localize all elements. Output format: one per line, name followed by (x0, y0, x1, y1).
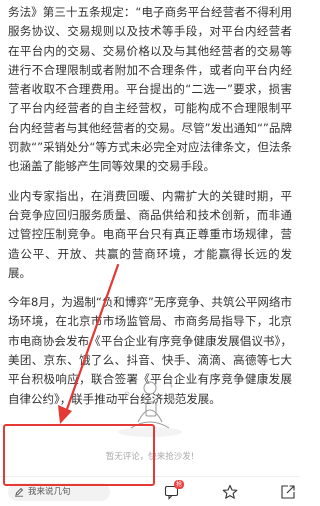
comment-badge: 抢 (174, 480, 185, 489)
comment-button[interactable]: 抢 (163, 480, 185, 501)
favorite-button[interactable] (221, 483, 239, 501)
article-paragraph-1: 务法》第三十五条规定：“电子商务平台经营者不得利用服务协议、交易规则以及技术等手… (8, 5, 292, 174)
share-icon (281, 485, 295, 499)
pen-icon (15, 487, 24, 497)
share-button[interactable] (279, 483, 297, 501)
article-page: 务法》第三十五条规定：“电子商务平台经营者不得利用服务协议、交易规则以及技术等手… (0, 0, 300, 506)
star-icon (222, 484, 238, 499)
article-paragraph-2: 业内专家指出，在消费回暖、内需扩大的关键时期，平台竞争应回归服务质量、商品供给和… (8, 188, 292, 280)
article-body: 务法》第三十五条规定：“电子商务平台经营者不得利用服务协议、交易规则以及技术等手… (8, 3, 292, 419)
annotation-box (3, 424, 155, 486)
